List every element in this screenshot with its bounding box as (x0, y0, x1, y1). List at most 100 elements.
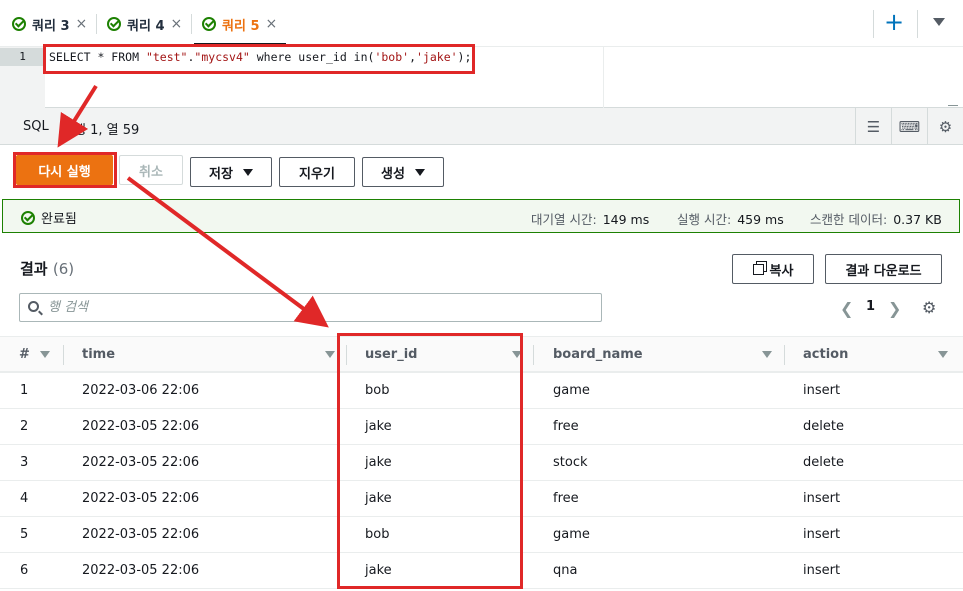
cell-time: 2022-03-05 22:06 (82, 455, 200, 470)
column-header-index[interactable]: # (19, 347, 30, 362)
column-header-action[interactable]: action (803, 347, 848, 362)
data-scanned-value: 0.37 KB (893, 212, 942, 227)
cell-action: insert (803, 527, 841, 542)
sort-icon[interactable] (938, 351, 948, 358)
caret-down-icon (242, 168, 253, 176)
annotation-box-query (43, 44, 475, 74)
query-status-banner: 완료됨 대기열 시간: 149 ms 실행 시간: 459 ms 스캔한 데이터: 0… (2, 199, 960, 233)
tab-divider (191, 14, 192, 34)
cell-action: insert (803, 563, 841, 578)
column-divider[interactable] (784, 345, 785, 365)
check-circle-icon (202, 17, 216, 31)
cell-time: 2022-03-06 22:06 (82, 383, 200, 398)
cell-action: delete (803, 455, 844, 470)
create-dropdown-button[interactable]: 생성 (362, 157, 444, 187)
cell-board-name: free (553, 419, 579, 434)
annotation-box-user-id-column (337, 333, 523, 589)
status-completed: 완료됨 (21, 208, 77, 227)
row-search[interactable] (19, 293, 602, 322)
cell-board-name: game (553, 383, 590, 398)
tab-label: 쿼리 5 (222, 18, 260, 34)
line-number: 1 (0, 48, 45, 66)
check-circle-icon (21, 210, 35, 225)
cell-time: 2022-03-05 22:06 (82, 491, 200, 506)
column-divider[interactable] (533, 345, 534, 365)
cancel-button[interactable]: 취소 (119, 155, 183, 185)
cell-index: 3 (20, 455, 29, 470)
cursor-position: 행 1, 열 59 (74, 123, 140, 138)
column-divider[interactable] (63, 345, 64, 365)
results-title: 결과 (6) (20, 258, 74, 279)
check-circle-icon (107, 17, 121, 31)
cell-index: 1 (20, 383, 29, 398)
cell-index: 2 (20, 419, 29, 434)
cell-time: 2022-03-05 22:06 (82, 527, 200, 542)
close-icon[interactable]: × (76, 16, 88, 32)
tab-divider (96, 14, 97, 34)
prev-page-icon[interactable]: ❮ (840, 299, 853, 318)
cell-board-name: stock (553, 455, 588, 470)
copy-label: 복사 (769, 263, 794, 279)
cell-index: 4 (20, 491, 29, 506)
resize-handle[interactable] (948, 96, 958, 106)
copy-icon (752, 263, 764, 275)
close-icon[interactable]: × (171, 16, 183, 32)
cell-time: 2022-03-05 22:06 (82, 563, 200, 578)
tab-label: 쿼리 4 (127, 18, 165, 34)
sort-icon[interactable] (40, 351, 50, 358)
results-count: (6) (52, 260, 75, 278)
query-tab-bar: 쿼리 3 × 쿼리 4 × 쿼리 5 × + (0, 0, 963, 47)
column-header-time[interactable]: time (82, 347, 115, 362)
save-label: 저장 (209, 166, 233, 182)
cell-board-name: qna (553, 563, 578, 578)
cell-action: insert (803, 383, 841, 398)
add-tab-icon[interactable]: + (884, 10, 904, 34)
run-time: 실행 시간: 459 ms (677, 209, 784, 228)
divider (917, 10, 918, 38)
run-time-label: 실행 시간: (677, 212, 732, 227)
divider (873, 10, 874, 38)
cell-board-name: free (553, 491, 579, 506)
cell-time: 2022-03-05 22:06 (82, 419, 200, 434)
tab-query-3[interactable]: 쿼리 3 × (12, 13, 87, 35)
cell-action: delete (803, 419, 844, 434)
sort-icon[interactable] (762, 351, 772, 358)
line-gutter: 1 (0, 47, 45, 108)
cell-index: 5 (20, 527, 29, 542)
queue-time: 대기열 시간: 149 ms (531, 209, 649, 228)
run-time-value: 459 ms (737, 212, 784, 227)
caret-down-icon (414, 168, 425, 176)
language-label: SQL (23, 119, 49, 134)
save-dropdown-button[interactable]: 저장 (190, 157, 272, 187)
search-icon (28, 301, 39, 312)
download-results-button[interactable]: 결과 다운로드 (825, 254, 942, 284)
cell-index: 6 (20, 563, 29, 578)
tab-query-4[interactable]: 쿼리 4 × (107, 13, 182, 35)
gear-icon[interactable]: ⚙ (927, 108, 963, 145)
data-scanned: 스캔한 데이터: 0.37 KB (810, 209, 942, 228)
current-page[interactable]: 1 (866, 299, 875, 314)
check-circle-icon (12, 17, 26, 31)
column-header-board-name[interactable]: board_name (553, 347, 643, 362)
status-text: 완료됨 (41, 212, 77, 227)
data-scanned-label: 스캔한 데이터: (810, 212, 888, 227)
close-icon[interactable]: × (266, 16, 278, 32)
next-page-icon[interactable]: ❯ (888, 299, 901, 318)
keyboard-icon[interactable]: ⌨ (891, 108, 927, 145)
search-input[interactable] (48, 297, 588, 318)
cell-action: insert (803, 491, 841, 506)
cell-board-name: game (553, 527, 590, 542)
sort-icon[interactable] (325, 351, 335, 358)
format-query-icon[interactable]: ☰ (855, 108, 891, 145)
tab-query-5[interactable]: 쿼리 5 × (202, 13, 277, 35)
copy-button[interactable]: 복사 (732, 254, 814, 284)
clear-button[interactable]: 지우기 (279, 157, 355, 187)
annotation-box-rerun (13, 152, 117, 188)
editor-margin-line (603, 47, 604, 108)
results-title-text: 결과 (20, 260, 48, 278)
table-settings-icon[interactable]: ⚙ (922, 298, 936, 317)
queue-time-label: 대기열 시간: (531, 212, 597, 227)
chevron-down-icon[interactable] (933, 18, 945, 26)
queue-time-value: 149 ms (602, 212, 650, 227)
create-label: 생성 (381, 166, 405, 182)
